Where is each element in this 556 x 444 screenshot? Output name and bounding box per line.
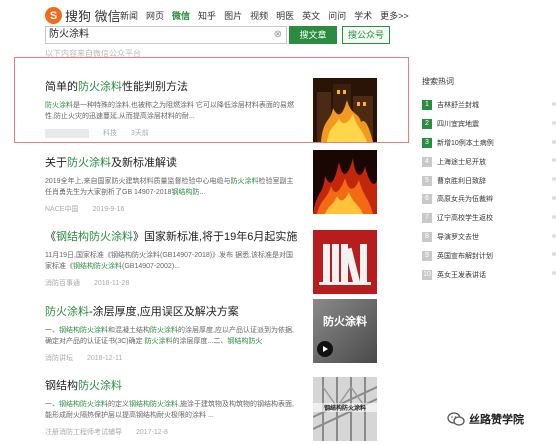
wechat-icon <box>447 412 465 426</box>
sogou-weixin-logo[interactable]: S 搜狗 微信 <box>45 6 121 25</box>
result-time: 2017-12-8 <box>136 429 168 436</box>
watermark-text: 丝路赞学院 <box>469 414 524 426</box>
result-source[interactable]: 科技 <box>103 130 117 137</box>
play-icon[interactable] <box>317 341 333 357</box>
hot-search-item[interactable]: 3 新增10例本土病例 <box>422 134 556 153</box>
more-dot-icon <box>552 120 556 125</box>
result-time: 2019-9-16 <box>92 206 125 213</box>
result-snippet: 2019全年上,来自国家防火建筑材料质量监督检验中心电缆与防火涂料检验室副主任肖… <box>45 178 294 196</box>
search-query: 防火涂料 <box>49 29 89 40</box>
more-dot-icon <box>552 252 556 257</box>
result-source[interactable]: 消防百事通 <box>45 280 80 287</box>
nav-news[interactable]: 新闻 <box>120 9 138 22</box>
hot-search-item[interactable]: 2 四川宜宾地震 <box>422 115 556 134</box>
more-dot-icon <box>552 214 556 219</box>
result-source[interactable]: 消防讲坛 <box>45 355 73 362</box>
hot-search-title: 搜索热词 <box>422 77 454 86</box>
nav-images[interactable]: 图片 <box>224 9 242 22</box>
top-navigation: 新闻 网页 微信 知乎 图片 视频 明医 英文 问问 学术 更多>> <box>120 9 417 22</box>
blurred-account-name <box>45 128 89 138</box>
fire-building-image <box>313 78 377 142</box>
hot-search-item[interactable]: 6 高原女兵为伍裁辫 <box>422 190 556 209</box>
sogou-logo-icon: S <box>45 7 62 24</box>
hot-search-item[interactable]: 9 英国宣布解封计划 <box>422 246 556 265</box>
search-official-accounts-button[interactable]: 搜公众号 <box>342 26 390 44</box>
more-dot-icon <box>552 195 556 200</box>
result-time: 2018-11-28 <box>94 280 130 287</box>
result-item: 防火涂料-涂层厚度,应用误区及解决方案 一、钢结构防火涂料和混凝土结构防火涂料的… <box>45 299 385 363</box>
search-input[interactable]: 防火涂料 ⊗ <box>45 26 287 44</box>
nav-english[interactable]: 英文 <box>302 9 320 22</box>
hot-search-item[interactable]: 7 辽宁高校学生返校 <box>422 209 556 228</box>
result-snippet: 11月19日,国家标准《钢结构防火涂料(GB14907-2018)》发布 据悉,… <box>45 252 294 270</box>
logo-text: 搜狗 微信 <box>65 9 121 24</box>
flames-image <box>313 150 377 214</box>
result-thumbnail[interactable] <box>313 150 377 214</box>
search-articles-button[interactable]: 搜文章 <box>289 26 337 44</box>
more-dot-icon <box>552 158 556 163</box>
result-thumbnail[interactable] <box>313 78 377 142</box>
hot-search-list: 1 吉林舒兰封城 2 四川宜宾地震 3 新增10例本土病例 4 上海途士尼开放 5 曹京胜… <box>422 96 556 284</box>
wechat-watermark: 丝路赞学院 <box>447 411 524 427</box>
nav-mingyi[interactable]: 明医 <box>276 9 294 22</box>
result-snippet: 一、钢结构防火涂料的定义钢结构防火涂料,施涂于建筑物及构筑物的钢结构表面,能形成… <box>45 401 294 419</box>
more-dot-icon <box>552 139 556 144</box>
result-time: 3天前 <box>131 130 149 137</box>
hot-search-item[interactable]: 8 导演罗文去世 <box>422 228 556 247</box>
thumbnail-caption: 钢结构防火涂料 <box>313 403 377 412</box>
hot-search-item[interactable]: 5 曹京胜利日致辞 <box>422 171 556 190</box>
hot-search-item[interactable]: 10 英女王发表讲话 <box>422 265 556 284</box>
more-dot-icon <box>552 271 556 276</box>
nav-weixin[interactable]: 微信 <box>172 9 190 22</box>
nav-video[interactable]: 视频 <box>250 9 268 22</box>
result-thumbnail[interactable]: 钢结构防火涂料 <box>313 377 377 441</box>
result-item: 关于防火涂料及新标准解读 2019全年上,来自国家防火建筑材料质量监督检验中心电… <box>45 150 385 214</box>
result-item: 《钢结构防火涂料》国家新标准,将于19年6月起实施 11月19日,国家标准《钢结… <box>45 228 385 294</box>
nav-scholar[interactable]: 学术 <box>354 9 372 22</box>
nav-more[interactable]: 更多>> <box>380 9 409 22</box>
more-dot-icon <box>552 102 556 106</box>
result-source[interactable]: NACE中国 <box>45 206 78 213</box>
result-item: 钢结构防火涂料 一、钢结构防火涂料的定义钢结构防火涂料,施涂于建筑物及构筑物的钢… <box>45 377 385 441</box>
books-image <box>313 230 377 294</box>
result-source[interactable]: 注册消防工程师考试辅导 <box>45 429 122 436</box>
nav-wenwen[interactable]: 问问 <box>328 9 346 22</box>
result-item: 简单的防火涂料性能判别方法 防火涂料是一种特殊的涂料,也被称之为阻燃涂料 它可以… <box>45 78 385 142</box>
video-overlay-text: 防火涂料 <box>323 316 367 328</box>
nav-web[interactable]: 网页 <box>146 9 164 22</box>
result-time: 2018-12-11 <box>87 355 123 362</box>
hot-search-item[interactable]: 4 上海途士尼开放 <box>422 152 556 171</box>
result-snippet: 防火涂料是一种特殊的涂料,也被称之为阻燃涂料 它可以降低涂层材料表面的易燃性,防… <box>45 102 294 120</box>
clear-icon[interactable]: ⊗ <box>274 27 282 43</box>
result-thumbnail[interactable] <box>313 230 377 294</box>
more-dot-icon <box>552 233 556 238</box>
more-dot-icon <box>552 177 556 182</box>
hot-search-item[interactable]: 1 吉林舒兰封城 <box>422 96 556 115</box>
result-snippet: 一、钢结构防火涂料和混凝土结构防火涂料的涂层厚度,应以产品认证派到为依据,确定对… <box>45 327 294 345</box>
result-video-thumbnail[interactable]: 防火涂料 <box>313 299 377 363</box>
nav-zhihu[interactable]: 知乎 <box>198 9 216 22</box>
